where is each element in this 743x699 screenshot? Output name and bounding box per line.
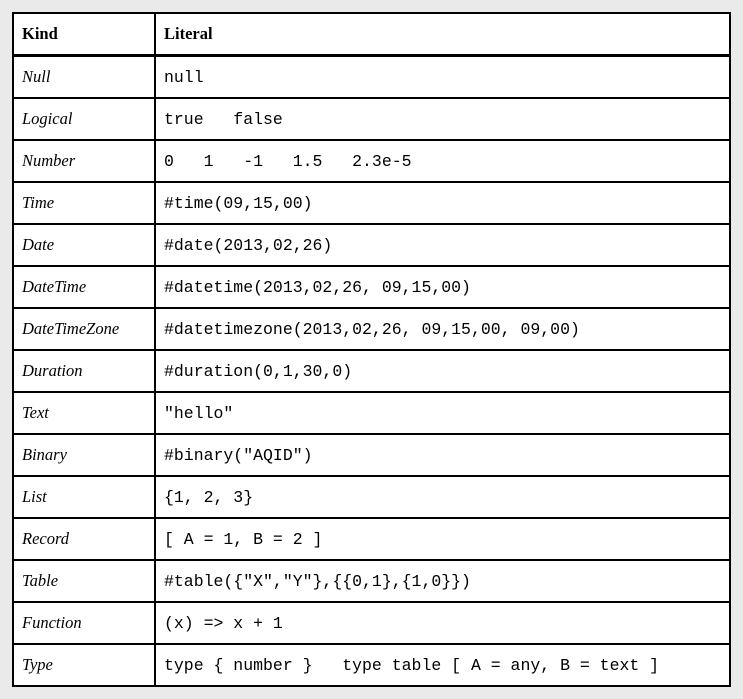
literal-cell: #duration(0,1,30,0)	[155, 350, 730, 392]
table-body: Nullnull Logicaltrue false Number0 1 -1 …	[13, 56, 730, 687]
table-row: DateTime#datetime(2013,02,26, 09,15,00)	[13, 266, 730, 308]
kind-cell: Binary	[13, 434, 155, 476]
kind-cell: Table	[13, 560, 155, 602]
kind-cell: Logical	[13, 98, 155, 140]
header-kind: Kind	[13, 13, 155, 56]
literal-cell: #time(09,15,00)	[155, 182, 730, 224]
kind-cell: Text	[13, 392, 155, 434]
kind-cell: Record	[13, 518, 155, 560]
kind-cell: Type	[13, 644, 155, 686]
literal-cell: [ A = 1, B = 2 ]	[155, 518, 730, 560]
table-row: Nullnull	[13, 56, 730, 99]
header-literal: Literal	[155, 13, 730, 56]
table-row: Number0 1 -1 1.5 2.3e-5	[13, 140, 730, 182]
kind-cell: Null	[13, 56, 155, 99]
table-row: Function(x) => x + 1	[13, 602, 730, 644]
literals-table: Kind Literal Nullnull Logicaltrue false …	[12, 12, 731, 687]
kind-cell: DateTime	[13, 266, 155, 308]
kind-cell: Duration	[13, 350, 155, 392]
table-row: Duration#duration(0,1,30,0)	[13, 350, 730, 392]
table-row: Binary#binary("AQID")	[13, 434, 730, 476]
literal-cell: 0 1 -1 1.5 2.3e-5	[155, 140, 730, 182]
literal-cell: {1, 2, 3}	[155, 476, 730, 518]
literal-cell: #date(2013,02,26)	[155, 224, 730, 266]
kind-cell: List	[13, 476, 155, 518]
literal-cell: #datetime(2013,02,26, 09,15,00)	[155, 266, 730, 308]
literal-cell: "hello"	[155, 392, 730, 434]
table-row: DateTimeZone#datetimezone(2013,02,26, 09…	[13, 308, 730, 350]
table-header-row: Kind Literal	[13, 13, 730, 56]
literal-cell: true false	[155, 98, 730, 140]
literal-cell: #binary("AQID")	[155, 434, 730, 476]
table-row: Logicaltrue false	[13, 98, 730, 140]
table-row: Text"hello"	[13, 392, 730, 434]
table-row: Typetype { number } type table [ A = any…	[13, 644, 730, 686]
table-row: List{1, 2, 3}	[13, 476, 730, 518]
kind-cell: Function	[13, 602, 155, 644]
kind-cell: Time	[13, 182, 155, 224]
literal-cell: #table({"X","Y"},{{0,1},{1,0}})	[155, 560, 730, 602]
table-row: Date#date(2013,02,26)	[13, 224, 730, 266]
literals-table-wrapper: Kind Literal Nullnull Logicaltrue false …	[12, 12, 731, 687]
literal-cell: type { number } type table [ A = any, B …	[155, 644, 730, 686]
table-row: Table#table({"X","Y"},{{0,1},{1,0}})	[13, 560, 730, 602]
kind-cell: Date	[13, 224, 155, 266]
literal-cell: (x) => x + 1	[155, 602, 730, 644]
table-row: Record[ A = 1, B = 2 ]	[13, 518, 730, 560]
literal-cell: #datetimezone(2013,02,26, 09,15,00, 09,0…	[155, 308, 730, 350]
kind-cell: DateTimeZone	[13, 308, 155, 350]
table-row: Time#time(09,15,00)	[13, 182, 730, 224]
kind-cell: Number	[13, 140, 155, 182]
literal-cell: null	[155, 56, 730, 99]
